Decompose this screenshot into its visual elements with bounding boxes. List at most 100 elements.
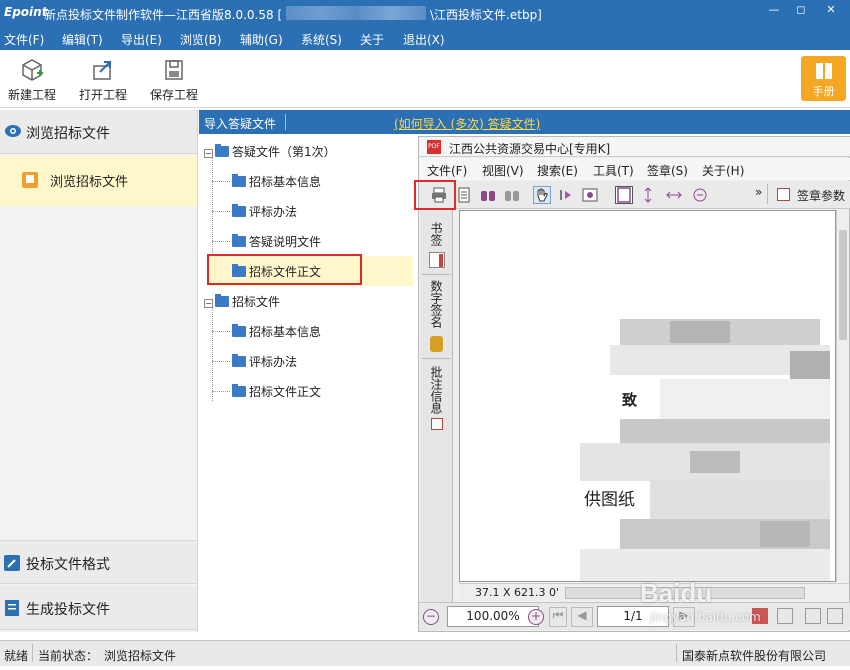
folder-icon bbox=[215, 144, 229, 157]
epoint-logo: Epoint bbox=[4, 5, 48, 19]
nav-format-label: 投标文件格式 bbox=[26, 557, 110, 573]
maximize-button[interactable]: ◻ bbox=[790, 2, 812, 18]
open-project-label: 打开工程 bbox=[78, 88, 127, 102]
folder-icon bbox=[232, 384, 246, 397]
new-project-button[interactable]: 新建工程 bbox=[1, 56, 63, 104]
page-text-fragment: 致 bbox=[622, 391, 638, 409]
vertical-scrollbar[interactable] bbox=[836, 210, 849, 582]
close-button[interactable]: ✕ bbox=[820, 2, 842, 18]
pencil-icon bbox=[4, 555, 20, 575]
nav-browse-header-label: 浏览招标文件 bbox=[26, 126, 110, 142]
manual-button[interactable]: 手册 bbox=[801, 56, 846, 101]
viewer-menu-about[interactable]: 关于(H) bbox=[702, 162, 744, 179]
select-text-icon[interactable] bbox=[557, 186, 575, 204]
tree-node-label: 答疑说明文件 bbox=[249, 235, 322, 249]
zoom-in-button[interactable]: + bbox=[528, 609, 544, 625]
nav-browse-item[interactable]: 浏览招标文件 bbox=[0, 156, 197, 206]
tree-node-qa-files[interactable]: − 答疑文件（第1次） bbox=[204, 143, 336, 160]
manual-label: 手册 bbox=[812, 85, 835, 98]
zoom-out-icon[interactable] bbox=[691, 186, 709, 204]
toolbar-overflow-icon[interactable]: » bbox=[755, 185, 762, 199]
nav-generate-header[interactable]: 生成投标文件 bbox=[0, 586, 197, 630]
pdf-icon: PDF bbox=[427, 140, 441, 154]
main-toolbar: 新建工程 打开工程 保存工程 bbox=[0, 50, 850, 108]
first-page-button[interactable]: ⏮ bbox=[549, 607, 567, 627]
left-navigation: 浏览招标文件 浏览招标文件 投标文件格式 生成投标文件 bbox=[0, 110, 198, 632]
facing-page-icon[interactable] bbox=[805, 608, 821, 624]
menu-system[interactable]: 系统(S) bbox=[301, 31, 342, 48]
viewer-menu-sign[interactable]: 签章(S) bbox=[647, 162, 688, 179]
nav-browse-header[interactable]: 浏览招标文件 bbox=[0, 110, 197, 154]
save-project-button[interactable]: 保存工程 bbox=[143, 56, 205, 104]
sign-params-button[interactable]: 签章参数 bbox=[797, 187, 845, 204]
import-qa-label[interactable]: 导入答疑文件 bbox=[204, 115, 276, 132]
tree-node-qa-evaluation[interactable]: 评标办法 bbox=[232, 203, 297, 220]
tree-node-label: 招标文件正文 bbox=[249, 385, 322, 399]
cursor-coordinates: 37.1 X 621.3 0' bbox=[475, 586, 560, 599]
prev-page-button[interactable]: ◀ bbox=[571, 607, 593, 627]
fit-height-icon[interactable] bbox=[639, 186, 657, 204]
viewer-menu-bar: 文件(F) 视图(V) 搜索(E) 工具(T) 签章(S) 关于(H) bbox=[419, 158, 850, 180]
viewer-menu-tools[interactable]: 工具(T) bbox=[593, 162, 634, 179]
continuous-page-icon[interactable] bbox=[777, 608, 793, 624]
menu-export[interactable]: 导出(E) bbox=[121, 31, 162, 48]
status-ready: 就绪 bbox=[4, 649, 29, 663]
menu-about[interactable]: 关于 bbox=[360, 31, 384, 48]
document-icon bbox=[22, 172, 38, 191]
tree-node-label: 招标基本信息 bbox=[249, 175, 322, 189]
digital-signature-tab[interactable]: 数字签名 bbox=[428, 280, 445, 328]
annotations-tab[interactable]: 批注信息 bbox=[428, 366, 445, 414]
folder-icon bbox=[232, 234, 246, 247]
import-header-bar: 导入答疑文件 (如何导入 (多次) 答疑文件) bbox=[199, 110, 850, 134]
find-next-icon[interactable] bbox=[503, 186, 521, 204]
open-project-button[interactable]: 打开工程 bbox=[72, 56, 134, 104]
tree-node-tender-evaluation[interactable]: 评标办法 bbox=[232, 353, 297, 370]
zoom-field[interactable]: 100.00% bbox=[447, 606, 539, 627]
menu-browse[interactable]: 浏览(B) bbox=[180, 31, 222, 48]
zoom-out-button[interactable]: − bbox=[423, 609, 439, 625]
folder-icon bbox=[232, 354, 246, 367]
bookmarks-tab[interactable]: 书签 bbox=[428, 222, 445, 246]
find-binoculars-icon[interactable] bbox=[479, 186, 497, 204]
collapse-icon[interactable]: − bbox=[204, 149, 213, 158]
menu-file[interactable]: 文件(F) bbox=[4, 31, 44, 48]
annotation-highlight-tree bbox=[207, 254, 362, 285]
minimize-button[interactable]: — bbox=[763, 2, 785, 18]
cube-add-icon bbox=[22, 59, 43, 81]
tree-node-tender-basic-info[interactable]: 招标基本信息 bbox=[232, 323, 321, 340]
folder-icon bbox=[215, 294, 229, 307]
viewer-menu-search[interactable]: 搜索(E) bbox=[537, 162, 578, 179]
new-project-label: 新建工程 bbox=[7, 88, 56, 102]
viewer-menu-file[interactable]: 文件(F) bbox=[427, 162, 467, 179]
snapshot-icon[interactable] bbox=[581, 186, 599, 204]
tree-node-qa-basic-info[interactable]: 招标基本信息 bbox=[232, 173, 321, 190]
tree-node-qa-explanation[interactable]: 答疑说明文件 bbox=[232, 233, 321, 250]
hand-tool-icon[interactable] bbox=[533, 186, 551, 204]
viewer-menu-view[interactable]: 视图(V) bbox=[482, 162, 524, 179]
title-bar: Epoint 新点投标文件制作软件—江西省版8.0.0.58 [ \江西投标文件… bbox=[0, 0, 850, 27]
nav-format-header[interactable]: 投标文件格式 bbox=[0, 540, 197, 584]
tree-node-tender-files[interactable]: − 招标文件 bbox=[204, 293, 280, 310]
status-bar: 就绪 当前状态： 浏览招标文件 国泰新点软件股份有限公司 bbox=[0, 640, 850, 666]
menu-exit[interactable]: 退出(X) bbox=[403, 31, 445, 48]
save-project-label: 保存工程 bbox=[149, 88, 198, 102]
tree-node-label: 答疑文件（第1次） bbox=[232, 145, 336, 159]
folder-icon bbox=[232, 204, 246, 217]
status-current-value: 浏览招标文件 bbox=[104, 649, 177, 663]
continuous-facing-icon[interactable] bbox=[827, 608, 843, 624]
viewer-side-panel: 书签 数字签名 批注信息 bbox=[420, 210, 453, 605]
menu-edit[interactable]: 编辑(T) bbox=[62, 31, 103, 48]
blurred-path bbox=[286, 6, 426, 20]
tree-node-label: 评标办法 bbox=[249, 355, 298, 369]
how-to-import-link[interactable]: (如何导入 (多次) 答疑文件) bbox=[394, 115, 540, 132]
menu-assist[interactable]: 辅助(G) bbox=[240, 31, 283, 48]
sign-params-icon bbox=[777, 188, 790, 201]
open-share-icon bbox=[93, 61, 111, 80]
tree-node-tender-main-text[interactable]: 招标文件正文 bbox=[232, 383, 321, 400]
collapse-icon[interactable]: − bbox=[204, 299, 213, 308]
fit-width-icon[interactable] bbox=[665, 186, 683, 204]
fit-page-icon[interactable] bbox=[615, 186, 633, 204]
viewer-toolbar: » 签章参数 bbox=[419, 181, 850, 209]
annotation-highlight-print bbox=[414, 180, 456, 210]
document-properties-icon[interactable] bbox=[455, 186, 473, 204]
